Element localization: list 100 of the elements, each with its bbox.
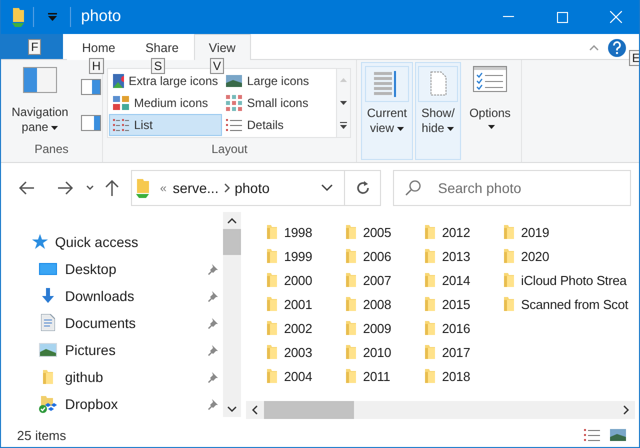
group-label: Panes [33, 142, 70, 158]
folder-icon [345, 344, 357, 360]
large-icons-icon [226, 75, 242, 87]
file-name[interactable]: 2010 [363, 344, 392, 360]
address-bar[interactable]: « serve... photo [131, 170, 381, 206]
file-name[interactable]: 2017 [442, 344, 470, 360]
folder-icon [42, 368, 54, 384]
pin-icon[interactable] [207, 316, 219, 328]
file-name[interactable]: 2001 [284, 296, 312, 312]
current-view-button[interactable]: Current view [361, 62, 413, 160]
pin-icon[interactable] [207, 290, 219, 302]
keytip: F [28, 39, 42, 55]
extra-large-icons-icon [113, 74, 124, 88]
keytip: S [151, 58, 166, 74]
navigation-item[interactable]: Downloads [65, 288, 200, 304]
chevron-down-icon [321, 184, 333, 192]
details-view-icon [584, 428, 600, 442]
details-pane-button[interactable] [81, 115, 101, 131]
file-name[interactable]: 2007 [363, 272, 392, 288]
file-name[interactable]: 2011 [363, 368, 390, 384]
vertical-scrollbar[interactable] [223, 212, 241, 417]
scrollbar-thumb[interactable] [223, 229, 241, 255]
file-name[interactable]: Scanned from Scot [521, 296, 628, 312]
navigation-item[interactable]: Desktop [65, 260, 200, 276]
file-name[interactable]: 2013 [442, 248, 470, 264]
file-name[interactable]: iCloud Photo Strea [521, 272, 627, 288]
breadcrumb-overflow[interactable]: « [157, 180, 170, 194]
list-view-icon [113, 118, 129, 132]
horizontal-scrollbar[interactable] [246, 401, 635, 419]
preview-pane-icon [81, 79, 101, 95]
layout-option[interactable]: Medium icons [109, 92, 222, 114]
download-icon [40, 288, 56, 304]
file-name[interactable]: 2000 [284, 272, 312, 288]
chevron-up-icon [589, 43, 599, 53]
file-name[interactable]: 1999 [284, 248, 312, 264]
folder-icon [424, 224, 436, 240]
file-name[interactable]: 2003 [284, 344, 312, 360]
navigation-item[interactable]: Pictures [65, 342, 200, 358]
up-arrow-icon [105, 180, 119, 196]
folder-icon [345, 368, 357, 384]
down-arrow-icon [340, 101, 347, 105]
file-name[interactable]: 2005 [363, 224, 392, 240]
dropbox-folder-icon [38, 394, 58, 412]
breadcrumb[interactable]: photo [232, 180, 273, 196]
layout-option[interactable]: Large icons [222, 70, 335, 92]
minimize-icon [502, 16, 514, 18]
search-field[interactable]: Search photo [393, 170, 631, 206]
file-name[interactable]: 1998 [284, 224, 312, 240]
pin-icon[interactable] [207, 262, 219, 274]
folder-icon [266, 296, 278, 312]
options-button[interactable]: Options [463, 62, 517, 160]
folder-icon [503, 296, 515, 312]
ribbon-tab[interactable]: View [194, 34, 251, 60]
folder-icon [424, 248, 436, 264]
file-name[interactable]: 2019 [521, 224, 550, 240]
file-name[interactable]: 2008 [363, 296, 392, 312]
forward-arrow-icon [57, 180, 73, 194]
folder-icon [266, 248, 278, 264]
pin-icon[interactable] [207, 398, 219, 410]
status-text: 25 items [17, 428, 68, 442]
navigation-item[interactable]: Quick access [55, 234, 223, 250]
navigation-pane-button[interactable]: Navigation pane [5, 63, 75, 141]
options-icon [473, 66, 507, 92]
layout-option[interactable]: List [109, 114, 222, 136]
folder-icon [266, 344, 278, 360]
pin-icon[interactable] [207, 344, 219, 356]
preview-pane-button[interactable] [81, 79, 101, 95]
chevron-right-icon [222, 182, 232, 192]
layout-option[interactable]: Details [222, 114, 335, 136]
file-name[interactable]: 2014 [442, 272, 470, 288]
pin-icon[interactable] [207, 370, 219, 382]
layout-option[interactable]: Small icons [222, 92, 335, 114]
folder-icon [11, 6, 25, 28]
file-name[interactable]: 2018 [442, 368, 470, 384]
folder-icon [424, 296, 436, 312]
file-name[interactable]: 2015 [442, 296, 470, 312]
navigation-pane-icon [23, 67, 57, 93]
navigation-item[interactable]: Dropbox [65, 396, 200, 412]
small-icons-icon [226, 95, 242, 111]
show-hide-button[interactable]: Show/hide [415, 62, 461, 160]
chevron-down-icon [85, 182, 95, 192]
chevron-up-icon [227, 216, 237, 226]
dropdown-arrow-icon [488, 125, 495, 129]
navigation-item[interactable]: Documents [65, 314, 200, 330]
file-name[interactable]: 2020 [521, 248, 550, 264]
file-name[interactable]: 2006 [363, 248, 392, 264]
file-name[interactable]: 2012 [442, 224, 470, 240]
breadcrumb[interactable]: serve... [170, 180, 222, 196]
chevron-left-icon [250, 405, 260, 415]
folder-icon [503, 224, 515, 240]
navigation-item[interactable]: github [65, 368, 200, 384]
window-title: photo [81, 8, 122, 26]
details-pane-icon [81, 115, 101, 131]
dropdown-arrow-icon [397, 126, 404, 131]
file-name[interactable]: 2016 [442, 320, 470, 336]
file-name[interactable]: 2004 [284, 368, 312, 384]
scrollbar-thumb[interactable] [264, 401, 354, 419]
details-view-icon [226, 118, 242, 132]
file-name[interactable]: 2002 [284, 320, 312, 336]
file-name[interactable]: 2009 [363, 320, 392, 336]
